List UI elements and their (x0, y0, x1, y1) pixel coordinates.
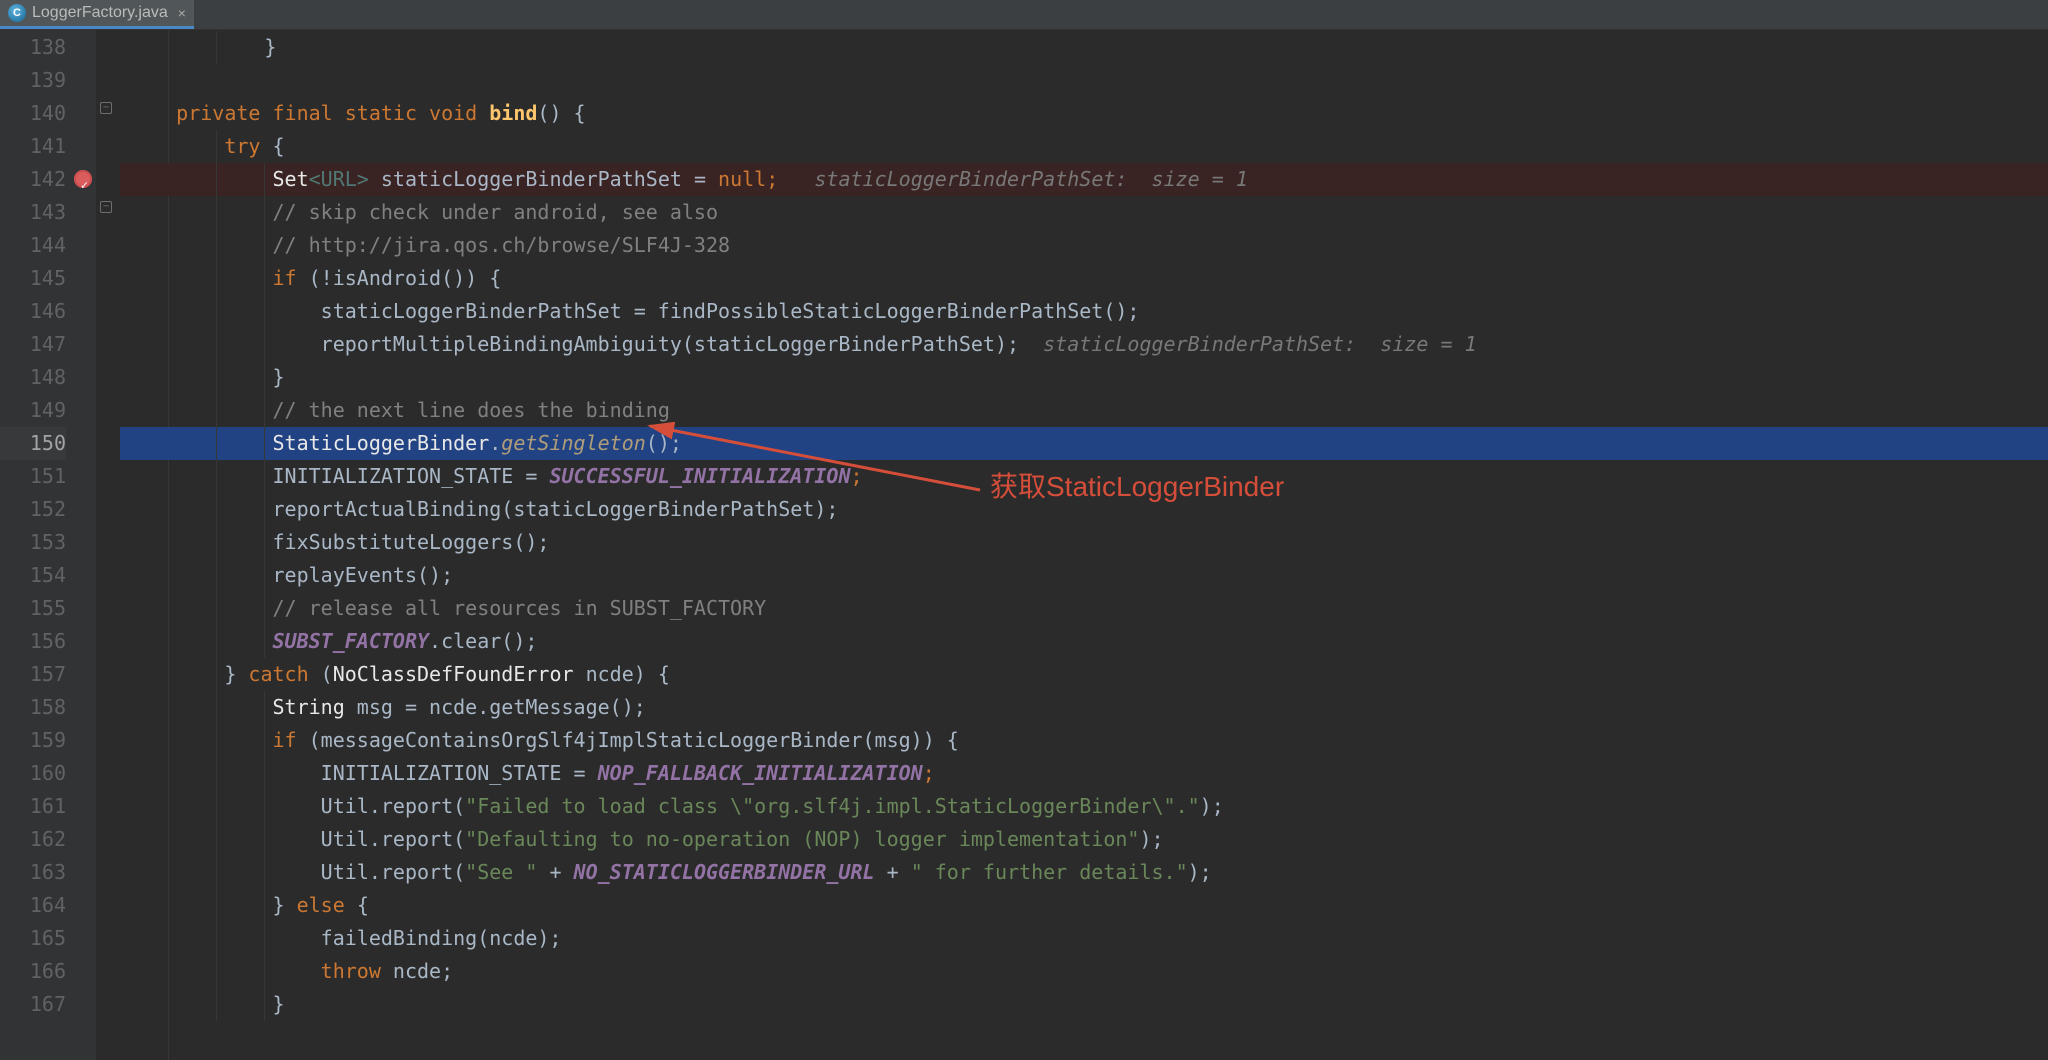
line-number[interactable]: 157 (0, 658, 66, 691)
code-line[interactable]: replayEvents(); (120, 559, 2048, 592)
code-line[interactable] (120, 64, 2048, 97)
code-line[interactable]: // release all resources in SUBST_FACTOR… (120, 592, 2048, 625)
inline-debug-hint: staticLoggerBinderPathSet: size = 1 (814, 167, 1247, 191)
code-line[interactable]: } else { (120, 889, 2048, 922)
code-line[interactable]: } (120, 361, 2048, 394)
fold-toggle-icon[interactable]: − (100, 102, 112, 114)
line-number[interactable]: 156 (0, 625, 66, 658)
line-number[interactable]: 155 (0, 592, 66, 625)
line-number[interactable]: 141 (0, 130, 66, 163)
code-line[interactable]: SUBST_FACTORY.clear(); (120, 625, 2048, 658)
code-line[interactable]: // skip check under android, see also (120, 196, 2048, 229)
line-number[interactable]: 163 (0, 856, 66, 889)
code-area[interactable]: } private final static void bind() { try… (120, 30, 2048, 1060)
line-number[interactable]: 149 (0, 394, 66, 427)
code-line[interactable]: String msg = ncde.getMessage(); (120, 691, 2048, 724)
tab-bar: LoggerFactory.java × (0, 0, 2048, 30)
code-line[interactable]: Util.report("Defaulting to no-operation … (120, 823, 2048, 856)
line-number[interactable]: 151 (0, 460, 66, 493)
code-line[interactable]: INITIALIZATION_STATE = NOP_FALLBACK_INIT… (120, 757, 2048, 790)
code-line[interactable]: } (120, 31, 2048, 64)
code-line[interactable]: if (messageContainsOrgSlf4jImplStaticLog… (120, 724, 2048, 757)
code-line[interactable]: reportMultipleBindingAmbiguity(staticLog… (120, 328, 2048, 361)
line-number[interactable]: 139 (0, 64, 66, 97)
line-number[interactable]: 146 (0, 295, 66, 328)
line-number[interactable]: 159 (0, 724, 66, 757)
code-line[interactable]: // the next line does the binding (120, 394, 2048, 427)
file-tab[interactable]: LoggerFactory.java × (0, 0, 194, 29)
line-number[interactable]: 147 (0, 328, 66, 361)
line-number[interactable]: 144 (0, 229, 66, 262)
code-line[interactable]: private final static void bind() { (120, 97, 2048, 130)
line-gutter[interactable]: 1381391401411421431441451461471481491501… (0, 30, 96, 1060)
line-number[interactable]: 166 (0, 955, 66, 988)
line-number[interactable]: 152 (0, 493, 66, 526)
code-line-breakpoint[interactable]: Set<URL> staticLoggerBinderPathSet = nul… (120, 163, 2048, 196)
code-line[interactable]: if (!isAndroid()) { (120, 262, 2048, 295)
line-number[interactable]: 167 (0, 988, 66, 1021)
line-number[interactable]: 142 (0, 163, 66, 196)
code-line-current[interactable]: StaticLoggerBinder.getSingleton(); (120, 427, 2048, 460)
code-line[interactable]: Util.report("Failed to load class \"org.… (120, 790, 2048, 823)
line-number[interactable]: 164 (0, 889, 66, 922)
line-number[interactable]: 148 (0, 361, 66, 394)
code-line[interactable]: fixSubstituteLoggers(); (120, 526, 2048, 559)
line-number[interactable]: 154 (0, 559, 66, 592)
code-line[interactable]: staticLoggerBinderPathSet = findPossible… (120, 295, 2048, 328)
code-line[interactable]: reportActualBinding(staticLoggerBinderPa… (120, 493, 2048, 526)
code-line[interactable]: // http://jira.qos.ch/browse/SLF4J-328 (120, 229, 2048, 262)
inline-debug-hint: staticLoggerBinderPathSet: size = 1 (1043, 332, 1476, 356)
line-number[interactable]: 138 (0, 31, 66, 64)
line-number[interactable]: 160 (0, 757, 66, 790)
code-line[interactable]: INITIALIZATION_STATE = SUCCESSFUL_INITIA… (120, 460, 2048, 493)
code-line[interactable]: } (120, 988, 2048, 1021)
class-file-icon (8, 4, 26, 22)
line-number[interactable]: 161 (0, 790, 66, 823)
code-line[interactable]: throw ncde; (120, 955, 2048, 988)
line-number[interactable]: 143 (0, 196, 66, 229)
close-icon[interactable]: × (178, 5, 186, 21)
line-number[interactable]: 153 (0, 526, 66, 559)
fold-column[interactable]: − − (96, 30, 120, 1060)
line-number[interactable]: 150 (0, 427, 66, 460)
line-number[interactable]: 145 (0, 262, 66, 295)
code-line[interactable]: try { (120, 130, 2048, 163)
line-number[interactable]: 165 (0, 922, 66, 955)
code-line[interactable]: failedBinding(ncde); (120, 922, 2048, 955)
code-line[interactable]: } catch (NoClassDefFoundError ncde) { (120, 658, 2048, 691)
editor-area: 1381391401411421431441451461471481491501… (0, 30, 2048, 1060)
tab-filename: LoggerFactory.java (32, 4, 168, 22)
line-number[interactable]: 140 (0, 97, 66, 130)
code-line[interactable]: Util.report("See " + NO_STATICLOGGERBIND… (120, 856, 2048, 889)
fold-toggle-icon[interactable]: − (100, 201, 112, 213)
line-number[interactable]: 158 (0, 691, 66, 724)
line-number[interactable]: 162 (0, 823, 66, 856)
